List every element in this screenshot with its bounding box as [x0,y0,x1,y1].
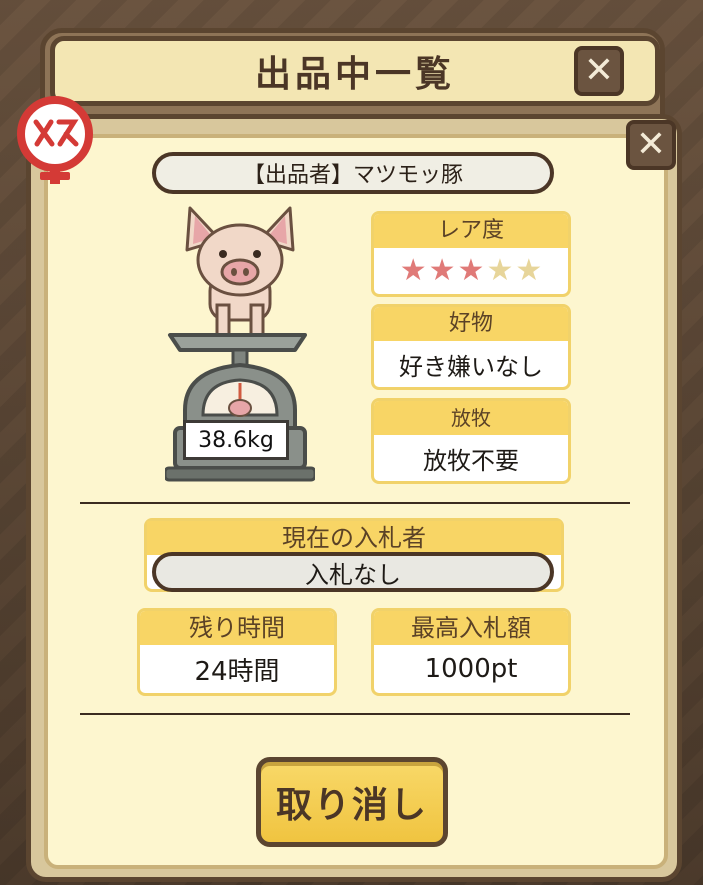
close-icon: ✕ [635,124,667,165]
female-icon [17,96,93,184]
listing-title-bar: 出品中一覧 [50,36,660,106]
star-filled-icon: ★ [399,253,427,288]
page-title: 出品中一覧 [254,54,455,95]
time-left-label: 残り時間 [140,611,334,645]
weight-value: 38.6kg [198,427,274,453]
rarity-box: レア度 ★ ★ ★ ★ ★ [371,211,571,297]
back-close-button[interactable]: ✕ [574,46,624,96]
divider [80,713,630,715]
current-bidder-label: 現在の入札者 [147,521,561,555]
pasture-value: 放牧不要 [423,446,519,475]
detail-close-button[interactable]: ✕ [626,120,676,170]
time-left-value: 24時間 [194,656,280,687]
weight-display: 38.6kg [183,420,289,460]
favorite-box: 好物 好き嫌いなし [371,304,571,390]
star-filled-icon: ★ [457,253,485,288]
time-left-box: 残り時間 24時間 [137,608,337,696]
pasture-label: 放牧 [374,401,568,435]
rarity-stars: ★ ★ ★ ★ ★ [400,256,543,286]
rarity-label: レア度 [374,214,568,248]
star-empty-icon: ★ [486,253,514,288]
cancel-label: 取り消し [275,785,428,826]
cancel-listing-button[interactable]: 取り消し [256,757,448,847]
seller-name-bar: 【出品者】マツモッ豚 [152,152,554,194]
current-bidder-value: 入札なし [305,560,401,589]
star-filled-icon: ★ [428,253,456,288]
seller-label: 【出品者】マツモッ豚 [242,163,463,188]
favorite-label: 好物 [374,307,568,341]
highest-bid-label: 最高入札額 [374,611,568,645]
favorite-value: 好き嫌いなし [399,352,543,381]
highest-bid-box: 最高入札額 1000pt [371,608,571,696]
close-icon: ✕ [583,50,615,91]
divider [80,502,630,504]
star-empty-icon: ★ [515,253,543,288]
highest-bid-value: 1000pt [424,654,518,684]
current-bidder-value-pill: 入札なし [152,552,554,592]
pasture-box: 放牧 放牧不要 [371,398,571,484]
